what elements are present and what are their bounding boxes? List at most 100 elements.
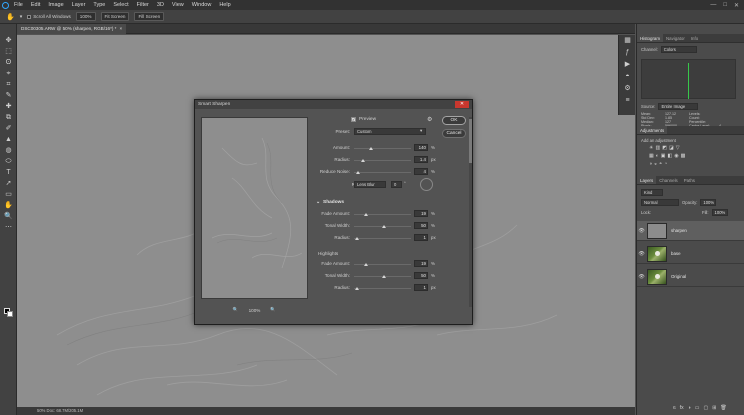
tab-info[interactable]: Info — [688, 34, 701, 42]
brush-tool-icon[interactable]: ✐ — [4, 125, 13, 132]
levels-icon[interactable]: ▥ — [655, 145, 660, 151]
zoom-out-icon[interactable]: 🔍 — [233, 307, 239, 313]
slider-track[interactable] — [354, 237, 411, 240]
dialog-scroll-thumb[interactable] — [469, 119, 472, 163]
menu-layer[interactable]: Layer — [68, 0, 90, 10]
zoom-in-icon[interactable]: 🔍 — [270, 307, 276, 313]
minimize-icon[interactable]: — — [710, 2, 716, 9]
menu-select[interactable]: Select — [109, 0, 132, 10]
layer-row-original[interactable]: 👁 Original — [637, 267, 744, 287]
crop-tool-icon[interactable]: ⌗ — [4, 81, 13, 88]
gradient-map-icon[interactable]: ◔ — [664, 161, 667, 167]
link-layers-icon[interactable]: ɢ — [673, 405, 676, 411]
menu-type[interactable]: Type — [89, 0, 109, 10]
type-tool-icon[interactable]: T — [4, 169, 13, 176]
settings-gear-icon[interactable]: ⚙ — [427, 116, 432, 123]
hue-saturation-icon[interactable]: ▦ — [649, 153, 654, 159]
quick-select-tool-icon[interactable]: ⌖ — [4, 70, 13, 77]
curves-icon[interactable]: ◩ — [662, 145, 667, 151]
slider-knob[interactable] — [364, 263, 369, 266]
black-white-icon[interactable]: ▣ — [661, 153, 666, 159]
tab-paths[interactable]: Paths — [681, 176, 698, 184]
tab-layers[interactable]: Layers — [637, 176, 657, 184]
slider-knob[interactable] — [356, 171, 361, 174]
clone-stamp-tool-icon[interactable]: ⧉ — [4, 114, 13, 121]
slider-knob[interactable] — [369, 147, 374, 150]
tool-preset-chevron-icon[interactable]: ▾ — [20, 14, 23, 20]
background-color-swatch[interactable] — [7, 311, 13, 317]
slider-value-field[interactable]: 1 — [414, 234, 428, 241]
slider-value-field[interactable]: 4 — [414, 168, 428, 175]
menu-view[interactable]: View — [168, 0, 188, 10]
dialog-scrollbar[interactable] — [469, 117, 472, 307]
shadows-chevron-icon[interactable]: ⌄ — [316, 200, 320, 205]
angle-dial[interactable] — [420, 178, 433, 191]
slider-knob[interactable] — [360, 159, 365, 162]
hand-tool-icon[interactable]: ✋ — [6, 13, 15, 21]
tab-channels[interactable]: Channels — [656, 176, 681, 184]
menu-window[interactable]: Window — [188, 0, 216, 10]
menu-3d[interactable]: 3D — [153, 0, 168, 10]
scroll-all-windows-checkbox[interactable]: Scroll All Windows — [27, 14, 71, 19]
slider-track[interactable] — [354, 287, 411, 290]
new-layer-icon[interactable]: ⊞ — [712, 405, 716, 411]
menu-filter[interactable]: Filter — [133, 0, 153, 10]
threshold-icon[interactable]: ◓ — [659, 161, 662, 167]
opacity-field[interactable]: 100% — [700, 199, 717, 206]
histogram-panel-icon[interactable]: ▦ — [623, 37, 632, 45]
layer-row-base[interactable]: 👁 base — [637, 244, 744, 264]
character-panel-icon[interactable]: ƒ — [623, 49, 632, 57]
color-balance-icon[interactable]: ◐ — [656, 153, 659, 159]
menu-help[interactable]: Help — [215, 0, 234, 10]
brightness-contrast-icon[interactable]: ☀ — [649, 145, 653, 151]
maximize-icon[interactable]: □ — [723, 2, 727, 9]
layer-style-icon[interactable]: fx — [680, 405, 684, 411]
rectangle-tool-icon[interactable]: ▭ — [4, 191, 13, 198]
channel-select[interactable]: Colors — [660, 46, 697, 53]
zoom-value-field[interactable]: 100% — [75, 12, 96, 21]
slider-track[interactable] — [354, 159, 411, 162]
marquee-tool-icon[interactable]: ⬚ — [4, 48, 13, 55]
add-mask-icon[interactable]: ◑ — [688, 405, 691, 411]
slider-value-field[interactable]: 1.4 — [414, 156, 428, 163]
menu-file[interactable]: File — [10, 0, 27, 10]
lasso-tool-icon[interactable]: ʘ — [4, 59, 13, 66]
fill-screen-button[interactable]: Fill Screen — [134, 12, 165, 21]
visibility-eye-icon[interactable]: 👁 — [637, 274, 646, 280]
eraser-tool-icon[interactable]: ⬭ — [4, 158, 13, 165]
invert-icon[interactable]: ◑ — [649, 161, 652, 167]
tab-adjustments[interactable]: Adjustments — [637, 126, 668, 134]
gradient-tool-icon[interactable]: ▲ — [4, 136, 13, 143]
slider-knob[interactable] — [381, 275, 386, 278]
source-select[interactable]: Entire Image — [658, 103, 699, 110]
visibility-eye-icon[interactable]: 👁 — [637, 228, 646, 234]
blend-mode-select[interactable]: Normal — [641, 199, 679, 206]
slider-track[interactable] — [354, 263, 411, 266]
slider-track[interactable] — [354, 147, 411, 150]
remove-select[interactable]: Lens Blur — [354, 181, 386, 188]
slider-track[interactable] — [354, 275, 411, 278]
posterize-icon[interactable]: ◒ — [654, 161, 657, 167]
slider-value-field[interactable]: 19 — [414, 260, 428, 267]
visibility-eye-icon[interactable]: 👁 — [637, 251, 646, 257]
channel-mixer-icon[interactable]: ◉ — [674, 153, 678, 159]
history-panel-icon[interactable]: ◓ — [623, 73, 632, 81]
vibrance-icon[interactable]: ▽ — [676, 145, 680, 151]
highlights-title[interactable]: Highlights — [318, 251, 338, 256]
layer-row-sharpen[interactable]: 👁 sharpen — [637, 221, 744, 241]
menu-edit[interactable]: Edit — [27, 0, 44, 10]
tab-histogram[interactable]: Histogram — [637, 34, 664, 42]
dodge-tool-icon[interactable]: ◍ — [4, 147, 13, 154]
fill-field[interactable]: 100% — [711, 209, 728, 216]
menu-image[interactable]: Image — [44, 0, 67, 10]
more-tools-icon[interactable]: ⋯ — [4, 224, 13, 231]
new-adjustment-icon[interactable]: ▭ — [695, 405, 700, 411]
slider-value-field[interactable]: 19 — [414, 210, 428, 217]
slider-track[interactable] — [354, 171, 411, 174]
new-group-icon[interactable]: ▢ — [703, 405, 708, 411]
cancel-button[interactable]: Cancel — [442, 129, 466, 138]
slider-track[interactable] — [354, 213, 411, 216]
move-tool-icon[interactable]: ✥ — [4, 37, 13, 44]
preview-checkbox-row[interactable]: ✓ Preview — [351, 117, 376, 122]
preset-select[interactable]: Custom — [354, 128, 426, 135]
